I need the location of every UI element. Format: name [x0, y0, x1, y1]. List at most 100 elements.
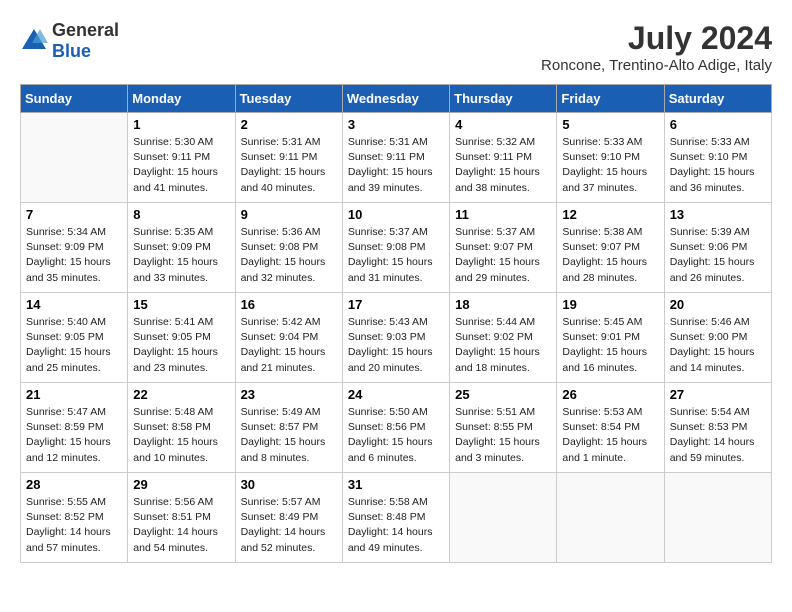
calendar-day: 19 Sunrise: 5:45 AM Sunset: 9:01 PM Dayli…: [557, 293, 664, 383]
day-number: 30: [241, 477, 337, 492]
calendar-day: 13 Sunrise: 5:39 AM Sunset: 9:06 PM Dayli…: [664, 203, 771, 293]
logo-line1: General: [52, 20, 119, 41]
calendar-day: 10 Sunrise: 5:37 AM Sunset: 9:08 PM Dayli…: [342, 203, 449, 293]
day-number: 6: [670, 117, 766, 132]
weekday-header-friday: Friday: [557, 85, 664, 113]
month-year: July 2024: [541, 20, 772, 57]
day-info: Sunrise: 5:56 AM Sunset: 8:51 PM Dayligh…: [133, 495, 229, 556]
day-number: 18: [455, 297, 551, 312]
calendar-day: 4Sunrise: 5:32 AM Sunset: 9:11 PM Daylig…: [450, 113, 557, 203]
calendar-day: 6 Sunrise: 5:33 AM Sunset: 9:10 PM Daylig…: [664, 113, 771, 203]
calendar-day: 11Sunrise: 5:37 AM Sunset: 9:07 PM Dayli…: [450, 203, 557, 293]
day-number: 28: [26, 477, 122, 492]
day-number: 27: [670, 387, 766, 402]
day-info: Sunrise: 5:55 AM Sunset: 8:52 PM Dayligh…: [26, 495, 122, 556]
day-info: Sunrise: 5:48 AM Sunset: 8:58 PM Dayligh…: [133, 405, 229, 466]
day-number: 12: [562, 207, 658, 222]
calendar-week-3: 14 Sunrise: 5:40 AM Sunset: 9:05 PM Dayli…: [21, 293, 772, 383]
day-number: 19: [562, 297, 658, 312]
calendar-day: [21, 113, 128, 203]
day-info: Sunrise: 5:31 AM Sunset: 9:11 PM Dayligh…: [348, 135, 444, 196]
day-number: 5: [562, 117, 658, 132]
calendar-day: 14 Sunrise: 5:40 AM Sunset: 9:05 PM Dayli…: [21, 293, 128, 383]
calendar-day: [557, 473, 664, 563]
calendar-table: SundayMondayTuesdayWednesdayThursdayFrid…: [20, 84, 772, 563]
calendar-day: 27 Sunrise: 5:54 AM Sunset: 8:53 PM Dayli…: [664, 383, 771, 473]
calendar-day: [664, 473, 771, 563]
day-info: Sunrise: 5:53 AM Sunset: 8:54 PM Dayligh…: [562, 405, 658, 466]
calendar-week-5: 28 Sunrise: 5:55 AM Sunset: 8:52 PM Dayli…: [21, 473, 772, 563]
calendar-day: 26 Sunrise: 5:53 AM Sunset: 8:54 PM Dayli…: [557, 383, 664, 473]
day-number: 8: [133, 207, 229, 222]
calendar-day: 22 Sunrise: 5:48 AM Sunset: 8:58 PM Dayli…: [128, 383, 235, 473]
weekday-header-monday: Monday: [128, 85, 235, 113]
day-info: Sunrise: 5:45 AM Sunset: 9:01 PM Dayligh…: [562, 315, 658, 376]
day-number: 3: [348, 117, 444, 132]
calendar-day: 23 Sunrise: 5:49 AM Sunset: 8:57 PM Dayli…: [235, 383, 342, 473]
location: Roncone, Trentino-Alto Adige, Italy: [541, 57, 772, 74]
day-number: 20: [670, 297, 766, 312]
weekday-header-wednesday: Wednesday: [342, 85, 449, 113]
calendar-day: 20 Sunrise: 5:46 AM Sunset: 9:00 PM Dayli…: [664, 293, 771, 383]
day-info: Sunrise: 5:58 AM Sunset: 8:48 PM Dayligh…: [348, 495, 444, 556]
day-info: Sunrise: 5:50 AM Sunset: 8:56 PM Dayligh…: [348, 405, 444, 466]
day-info: Sunrise: 5:54 AM Sunset: 8:53 PM Dayligh…: [670, 405, 766, 466]
day-number: 25: [455, 387, 551, 402]
day-number: 21: [26, 387, 122, 402]
calendar-day: [450, 473, 557, 563]
day-number: 16: [241, 297, 337, 312]
calendar-week-1: 1 Sunrise: 5:30 AM Sunset: 9:11 PM Daylig…: [21, 113, 772, 203]
day-info: Sunrise: 5:51 AM Sunset: 8:55 PM Dayligh…: [455, 405, 551, 466]
day-number: 7: [26, 207, 122, 222]
calendar-day: 7 Sunrise: 5:34 AM Sunset: 9:09 PM Daylig…: [21, 203, 128, 293]
calendar-day: 12 Sunrise: 5:38 AM Sunset: 9:07 PM Dayli…: [557, 203, 664, 293]
calendar-day: 25 Sunrise: 5:51 AM Sunset: 8:55 PM Dayli…: [450, 383, 557, 473]
weekday-header-sunday: Sunday: [21, 85, 128, 113]
day-info: Sunrise: 5:43 AM Sunset: 9:03 PM Dayligh…: [348, 315, 444, 376]
page-header: General Blue July 2024 Roncone, Trentino…: [20, 20, 772, 74]
calendar-day: 30Sunrise: 5:57 AM Sunset: 8:49 PM Dayli…: [235, 473, 342, 563]
day-info: Sunrise: 5:37 AM Sunset: 9:07 PM Dayligh…: [455, 225, 551, 286]
calendar-week-4: 21 Sunrise: 5:47 AM Sunset: 8:59 PM Dayli…: [21, 383, 772, 473]
calendar-day: 17Sunrise: 5:43 AM Sunset: 9:03 PM Dayli…: [342, 293, 449, 383]
day-info: Sunrise: 5:46 AM Sunset: 9:00 PM Dayligh…: [670, 315, 766, 376]
day-info: Sunrise: 5:47 AM Sunset: 8:59 PM Dayligh…: [26, 405, 122, 466]
day-number: 26: [562, 387, 658, 402]
day-number: 22: [133, 387, 229, 402]
day-number: 14: [26, 297, 122, 312]
logo: General Blue: [20, 20, 119, 62]
calendar-day: 31 Sunrise: 5:58 AM Sunset: 8:48 PM Dayli…: [342, 473, 449, 563]
calendar-day: 1 Sunrise: 5:30 AM Sunset: 9:11 PM Daylig…: [128, 113, 235, 203]
day-info: Sunrise: 5:30 AM Sunset: 9:11 PM Dayligh…: [133, 135, 229, 196]
day-info: Sunrise: 5:34 AM Sunset: 9:09 PM Dayligh…: [26, 225, 122, 286]
day-number: 10: [348, 207, 444, 222]
day-info: Sunrise: 5:49 AM Sunset: 8:57 PM Dayligh…: [241, 405, 337, 466]
calendar-header-row: SundayMondayTuesdayWednesdayThursdayFrid…: [21, 85, 772, 113]
weekday-header-saturday: Saturday: [664, 85, 771, 113]
weekday-header-thursday: Thursday: [450, 85, 557, 113]
day-info: Sunrise: 5:37 AM Sunset: 9:08 PM Dayligh…: [348, 225, 444, 286]
day-info: Sunrise: 5:33 AM Sunset: 9:10 PM Dayligh…: [670, 135, 766, 196]
calendar-day: 18Sunrise: 5:44 AM Sunset: 9:02 PM Dayli…: [450, 293, 557, 383]
day-number: 31: [348, 477, 444, 492]
calendar-day: 24Sunrise: 5:50 AM Sunset: 8:56 PM Dayli…: [342, 383, 449, 473]
day-number: 23: [241, 387, 337, 402]
calendar-day: 16 Sunrise: 5:42 AM Sunset: 9:04 PM Dayli…: [235, 293, 342, 383]
day-number: 4: [455, 117, 551, 132]
day-number: 29: [133, 477, 229, 492]
weekday-header-tuesday: Tuesday: [235, 85, 342, 113]
title-block: July 2024 Roncone, Trentino-Alto Adige, …: [541, 20, 772, 74]
day-info: Sunrise: 5:39 AM Sunset: 9:06 PM Dayligh…: [670, 225, 766, 286]
day-info: Sunrise: 5:38 AM Sunset: 9:07 PM Dayligh…: [562, 225, 658, 286]
day-info: Sunrise: 5:42 AM Sunset: 9:04 PM Dayligh…: [241, 315, 337, 376]
logo-icon: [20, 27, 48, 55]
calendar-day: 5Sunrise: 5:33 AM Sunset: 9:10 PM Daylig…: [557, 113, 664, 203]
calendar-day: 21 Sunrise: 5:47 AM Sunset: 8:59 PM Dayli…: [21, 383, 128, 473]
day-number: 13: [670, 207, 766, 222]
calendar-day: 29 Sunrise: 5:56 AM Sunset: 8:51 PM Dayli…: [128, 473, 235, 563]
day-info: Sunrise: 5:35 AM Sunset: 9:09 PM Dayligh…: [133, 225, 229, 286]
day-number: 1: [133, 117, 229, 132]
day-info: Sunrise: 5:40 AM Sunset: 9:05 PM Dayligh…: [26, 315, 122, 376]
calendar-week-2: 7 Sunrise: 5:34 AM Sunset: 9:09 PM Daylig…: [21, 203, 772, 293]
calendar-day: 2Sunrise: 5:31 AM Sunset: 9:11 PM Daylig…: [235, 113, 342, 203]
